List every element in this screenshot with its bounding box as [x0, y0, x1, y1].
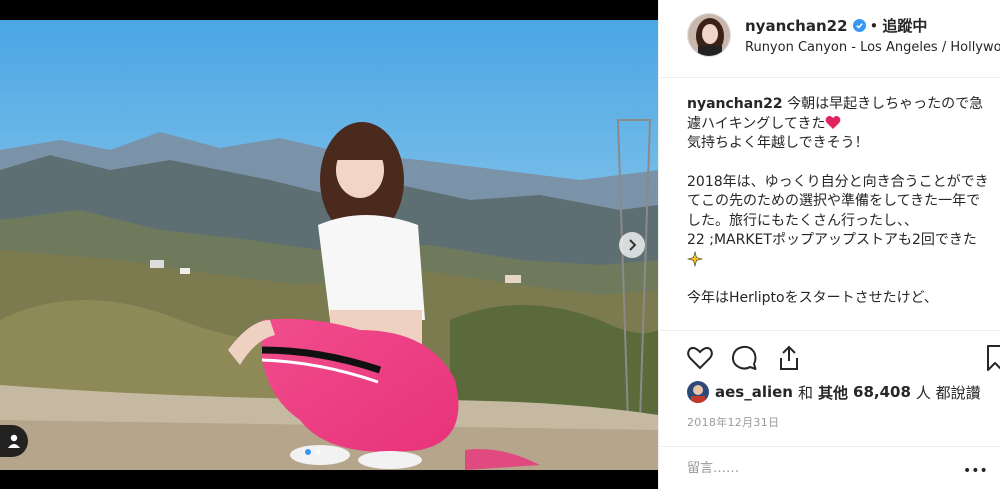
liker-avatar[interactable] [687, 381, 709, 403]
liker-avatar-image [687, 381, 709, 403]
actions-divider [659, 330, 1000, 331]
post-username[interactable]: nyanchan22 [745, 17, 848, 35]
verified-badge-icon [852, 19, 866, 32]
post-media [0, 0, 658, 489]
caption-line-4: 22 ;MARKETポップアップストアも2回できた [687, 232, 977, 248]
carousel-dot [305, 449, 311, 455]
likes-suffix: 人 都說讚 [915, 383, 981, 402]
avatar[interactable] [687, 13, 731, 57]
more-options-icon[interactable]: ••• [963, 463, 988, 479]
chevron-right-icon [629, 239, 637, 251]
share-icon[interactable] [775, 344, 803, 372]
likes-others-label[interactable]: 其他 [818, 382, 848, 403]
comment-bar: ••• [659, 446, 1000, 489]
separator-dot: • [869, 16, 879, 35]
carousel-dot [315, 449, 321, 455]
caption-username[interactable]: nyanchan22 [687, 96, 783, 112]
post-caption: nyanchan22 今朝は早起きしちゃったので急遽ハイキングしてきた 気持ちよ… [687, 95, 992, 329]
next-photo-button[interactable] [619, 232, 645, 258]
post-header: nyanchan22 • 追蹤中 Runyon Canyon - Los Ang… [659, 0, 1000, 78]
post-date: 2018年12月31日 [687, 416, 780, 429]
post-photo[interactable] [0, 20, 658, 470]
photo-image [0, 20, 658, 470]
carousel-dots [305, 449, 321, 455]
caption-line-2: 気持ちよく年越しできそう！ [687, 135, 869, 151]
caption-line-5: 今年はHerliptoをスタートさせたけど、 [687, 290, 938, 306]
caption-line-3: 2018年は、ゆっくり自分と向き合うことができてこの先のための選択や準備をしてき… [687, 173, 989, 229]
comment-input[interactable] [687, 461, 947, 476]
following-button[interactable]: 追蹤中 [882, 15, 927, 36]
user-tag-icon [8, 434, 20, 448]
comment-icon[interactable] [730, 344, 758, 372]
heart-icon[interactable] [686, 344, 714, 372]
likes-connector: 和 [797, 383, 813, 402]
liker-username[interactable]: aes_alien [715, 383, 793, 401]
location-link[interactable]: Runyon Canyon - Los Angeles / Hollywood [745, 40, 1000, 55]
sparkle-emoji-icon [687, 250, 704, 267]
post-sidebar: nyanchan22 • 追蹤中 Runyon Canyon - Los Ang… [658, 0, 1000, 489]
likes-count[interactable]: 68,408 [853, 383, 911, 401]
avatar-image [688, 14, 730, 56]
likes-summary: aes_alien 和 其他 68,408 人 都說讚 [687, 381, 981, 403]
heart-emoji-icon [826, 115, 841, 129]
bookmark-icon[interactable] [985, 344, 1000, 372]
